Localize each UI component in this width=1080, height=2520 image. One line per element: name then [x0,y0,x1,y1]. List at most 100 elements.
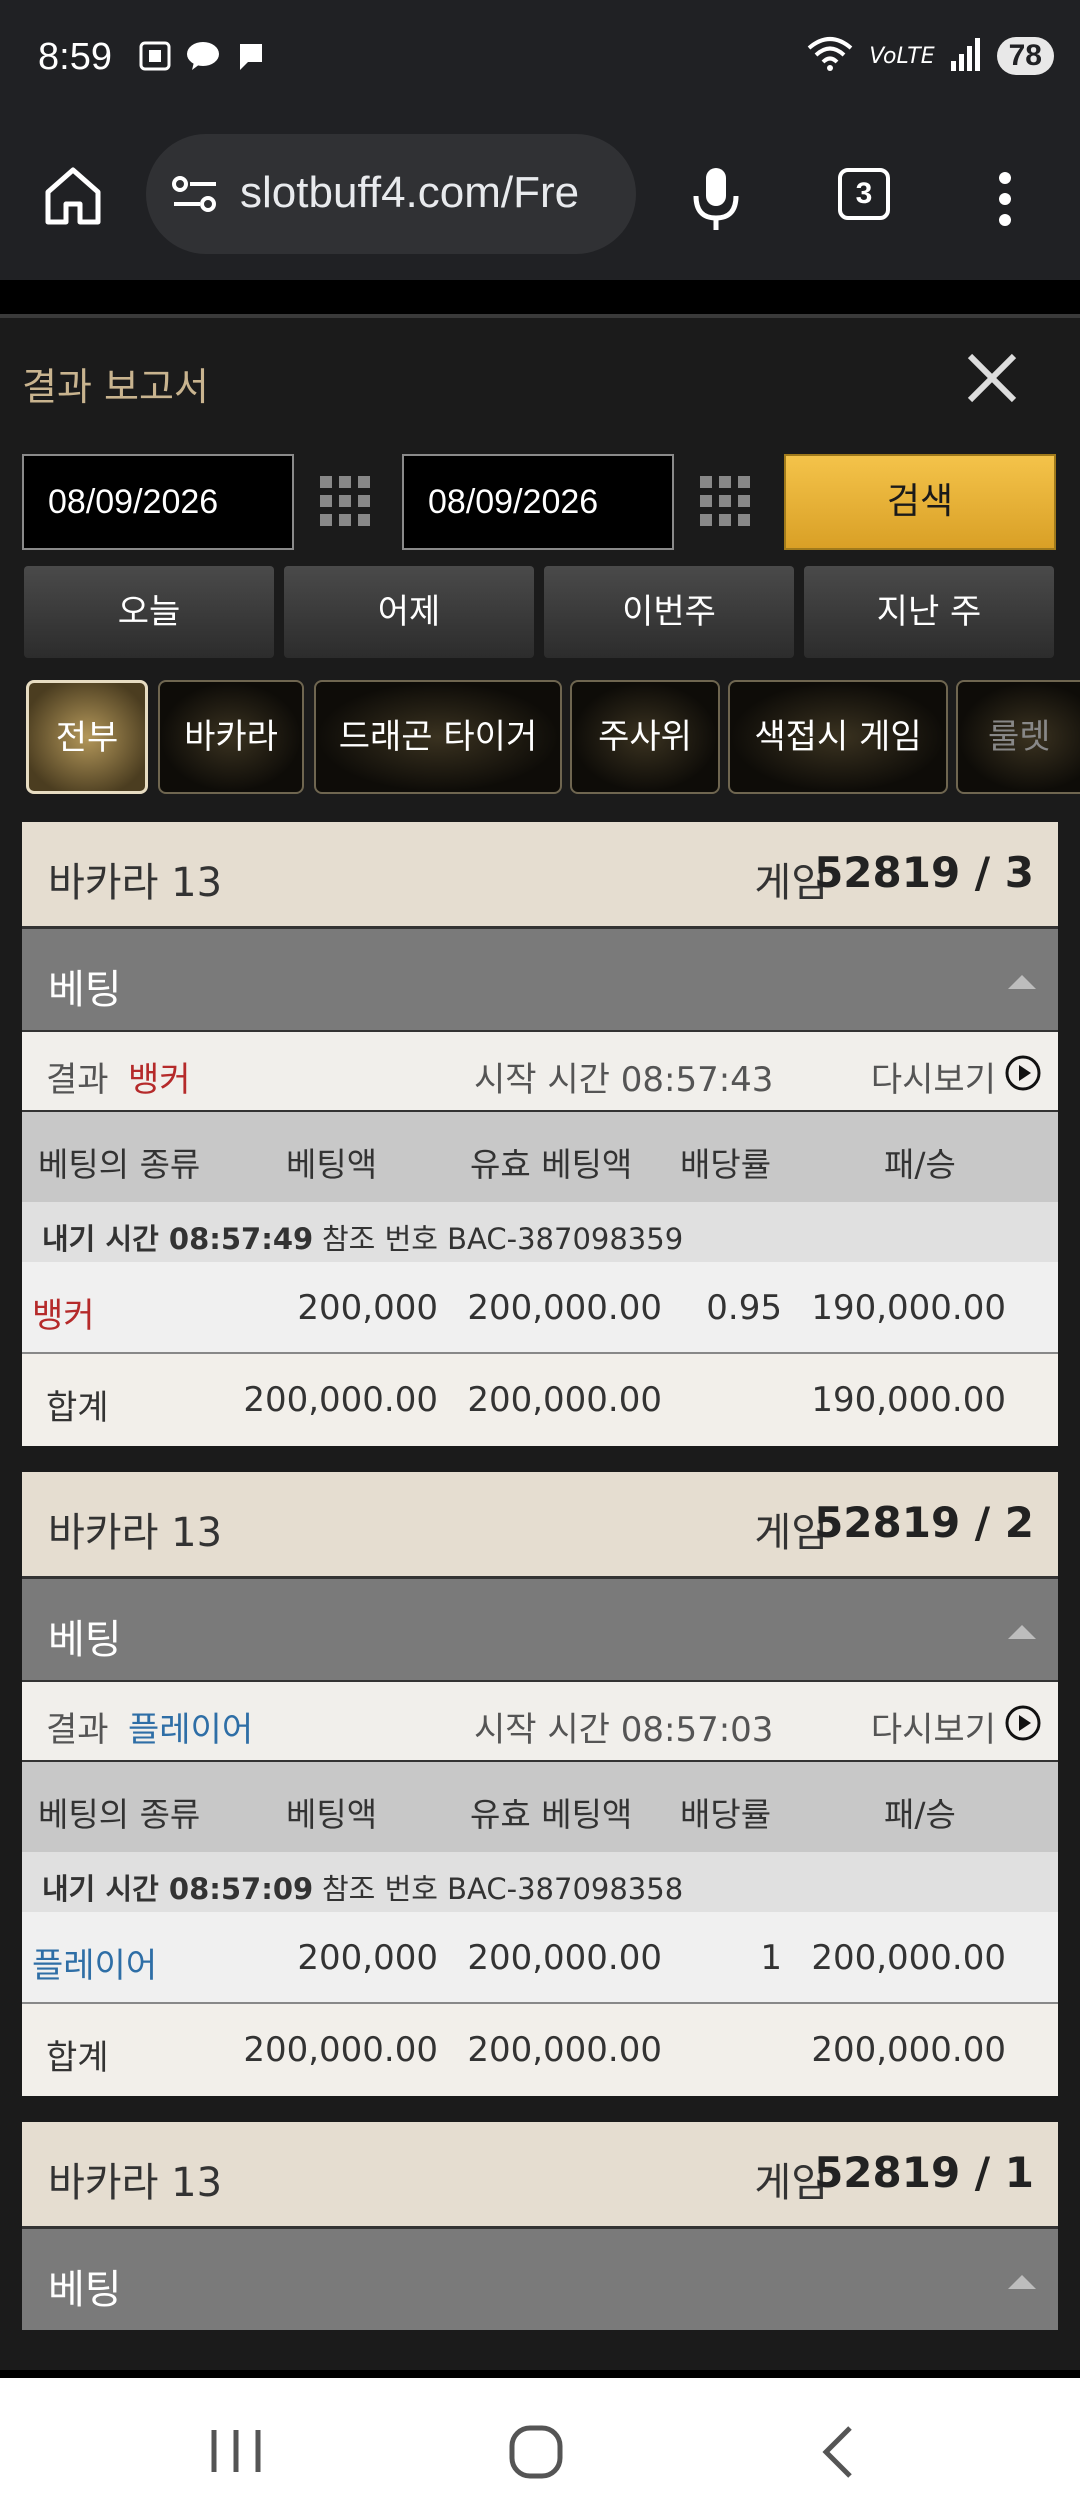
back-icon [822,2426,852,2478]
wifi-icon [805,36,855,76]
total-amount: 200,000.00 [243,2030,438,2070]
card-header: 바카라 13 게임 52819 / 2 [22,1472,1058,1576]
col-bet-type: 베팅의 종류 [38,1795,201,1834]
collapse-caret-icon[interactable] [1008,975,1036,989]
table-row: 뱅커 200,000 200,000.00 0.95 190,000.00 [22,1262,1058,1354]
recents-icon [211,2430,261,2472]
tab-all[interactable]: 전부 [26,680,148,794]
betting-label: 베팅 [48,1617,122,1663]
result-row: 결과 뱅커 시작 시간 08:57:43 다시보기 [22,1030,1058,1110]
home-button[interactable] [38,160,108,230]
site-settings-icon[interactable] [170,174,220,214]
divider [0,2370,1080,2378]
more-menu-button[interactable] [990,164,1020,234]
betting-label: 베팅 [48,2267,122,2313]
col-win-loss: 패/승 [884,1795,956,1834]
betting-label: 베팅 [48,967,122,1013]
tab-baccarat[interactable]: 바카라 [158,680,304,794]
col-amount: 베팅액 [286,1795,378,1834]
table-row: 플레이어 200,000 200,000.00 1 200,000.00 [22,1912,1058,2004]
bet-amount: 200,000 [297,1938,438,1978]
bet-meta-row: 내기 시간 08:57:49 참조 번호 BAC-387098359 [22,1202,1058,1262]
message-icon [234,40,268,72]
play-circle-icon[interactable] [1004,1054,1042,1092]
placed-time: 내기 시간 08:57:09 [42,1872,314,1906]
date-from-input[interactable]: 08/09/2026 [22,454,294,550]
address-bar[interactable]: slotbuff4.com/Fre [146,134,636,254]
voice-search-button[interactable] [686,164,746,234]
system-nav-bar [0,2378,1080,2520]
col-amount: 베팅액 [286,1145,378,1184]
collapse-caret-icon[interactable] [1008,2275,1036,2289]
bet-meta-row: 내기 시간 08:57:09 참조 번호 BAC-387098358 [22,1852,1058,1912]
tab-color-dish[interactable]: 색접시 게임 [728,680,948,794]
status-bar: 8:59 VoLTE 78 [0,0,1080,120]
result-card: 바카라 13 게임 52819 / 2 베팅 결과 플레이어 시작 시간 08:… [22,1472,1058,2096]
replay-link[interactable]: 다시보기 [871,1702,996,1751]
mic-icon [693,168,739,230]
home-icon [45,167,101,225]
col-odds: 배당률 [680,1795,772,1834]
play-circle-icon[interactable] [1004,1704,1042,1742]
search-button[interactable]: 검색 [784,454,1056,550]
quick-last-week-button[interactable]: 지난 주 [804,566,1054,658]
card-header: 바카라 13 게임 52819 / 1 [22,2122,1058,2226]
game-number: 52819 / 1 [814,2148,1034,2197]
result-value: 플레이어 [128,1710,254,1750]
col-odds: 배당률 [680,1145,772,1184]
back-button[interactable] [818,2424,858,2484]
result-card: 바카라 13 게임 52819 / 1 베팅 [22,2122,1058,2330]
close-button[interactable] [962,348,1022,408]
betting-section-toggle[interactable]: 베팅 [22,926,1058,1030]
total-win-loss: 190,000.00 [811,1380,1006,1420]
home-nav-button[interactable] [508,2424,564,2484]
page-top-strip [0,280,1080,318]
screenshot-icon [138,40,172,72]
betting-section-toggle[interactable]: 베팅 [22,1576,1058,1680]
tab-roulette[interactable]: 룰렛 [956,680,1080,794]
table-name: 바카라 13 [48,860,223,906]
table-name: 바카라 13 [48,1510,223,1556]
reference-number: 참조 번호 BAC-387098358 [322,1872,684,1906]
betting-section-toggle[interactable]: 베팅 [22,2226,1058,2330]
date-to-input[interactable]: 08/09/2026 [402,454,674,550]
win-loss: 200,000.00 [811,1938,1006,1978]
total-label: 합계 [46,2038,109,2078]
quick-this-week-button[interactable]: 이번주 [544,566,794,658]
win-loss: 190,000.00 [811,1288,1006,1328]
total-row: 합계 200,000.00 200,000.00 190,000.00 [22,1354,1058,1446]
placed-time: 내기 시간 08:57:49 [42,1222,314,1256]
tab-dragon-tiger[interactable]: 드래곤 타이거 [314,680,562,794]
more-vert-icon [999,172,1011,226]
result-row: 결과 플레이어 시작 시간 08:57:03 다시보기 [22,1680,1058,1760]
quick-today-button[interactable]: 오늘 [24,566,274,658]
calendar-icon[interactable] [318,474,372,528]
status-time: 8:59 [38,36,112,78]
total-label: 합계 [46,1388,109,1428]
close-icon [967,353,1017,403]
result-card: 바카라 13 게임 52819 / 3 베팅 결과 뱅커 시작 시간 08:57… [22,822,1058,1446]
battery-level: 78 [996,37,1054,75]
col-valid-amount: 유효 베팅액 [470,1145,633,1184]
odds: 0.95 [706,1288,782,1328]
url-text[interactable]: slotbuff4.com/Fre [240,168,579,218]
reference-number: 참조 번호 BAC-387098359 [322,1222,684,1256]
collapse-caret-icon[interactable] [1008,1625,1036,1639]
result-label: 결과 [46,1060,109,1100]
tab-dice[interactable]: 주사위 [570,680,720,794]
odds: 1 [760,1938,782,1978]
replay-link[interactable]: 다시보기 [871,1052,996,1101]
bet-table-header: 베팅의 종류 베팅액 유효 베팅액 배당률 패/승 [22,1110,1058,1202]
tab-switcher-button[interactable]: 3 [838,168,890,220]
panel-title: 결과 보고서 [22,365,209,409]
result-value: 뱅커 [128,1060,191,1100]
card-header: 바카라 13 게임 52819 / 3 [22,822,1058,926]
calendar-icon[interactable] [698,474,752,528]
recent-apps-button[interactable] [206,2426,266,2480]
talk-icon [186,40,220,72]
game-number: 52819 / 2 [814,1498,1034,1547]
quick-yesterday-button[interactable]: 어제 [284,566,534,658]
valid-amount: 200,000.00 [467,1938,662,1978]
start-time: 시작 시간 08:57:03 [474,1710,774,1750]
col-bet-type: 베팅의 종류 [38,1145,201,1184]
